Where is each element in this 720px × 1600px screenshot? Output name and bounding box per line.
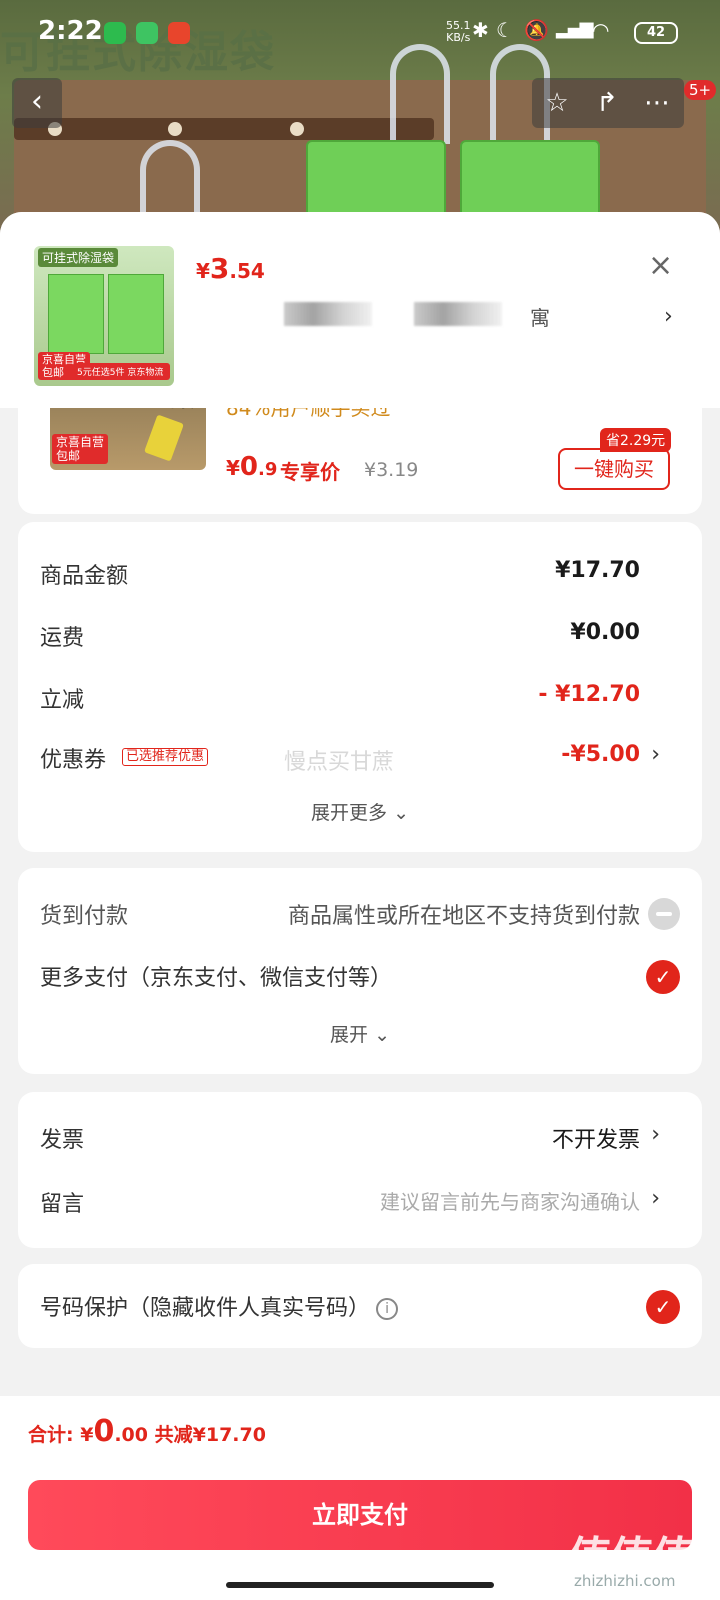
- address-partial: 寓: [530, 306, 550, 330]
- shipping-label: 运费: [40, 626, 85, 651]
- share-icon: ↱: [596, 88, 618, 118]
- status-time: 2:22: [38, 16, 103, 46]
- discount-row: 立减 - ¥12.70: [40, 682, 680, 718]
- privacy-label: 号码保护（隐藏收件人真实号码） i: [40, 1290, 399, 1322]
- recommendation-price: ¥0.9: [226, 452, 278, 482]
- thumb-bag: [108, 274, 164, 354]
- message-row[interactable]: 留言 建议留言前先与商家沟通确认 ›: [40, 1186, 680, 1222]
- more-payment-row[interactable]: 更多支付（京东支付、微信支付等） ✓: [40, 960, 680, 996]
- goods-amount-value: ¥17.70: [555, 558, 640, 583]
- address-redacted: [414, 302, 502, 326]
- chevron-down-icon: ⌄: [374, 1024, 390, 1046]
- check-icon[interactable]: ✓: [646, 1290, 680, 1324]
- battery-icon: 42: [634, 22, 678, 44]
- amounts-card: 商品金额 ¥17.70 运费 ¥0.00 立减 - ¥12.70 优惠券 已选推…: [18, 522, 702, 852]
- product-header: 可挂式除湿袋 京喜自营 包邮 5元任选5件 京东物流 ¥3.54 × 寓 ›: [0, 212, 720, 408]
- order-sheet: 可挂式除湿袋 京喜自营 包邮 5元任选5件 京东物流 ¥3.54 × 寓 › 4…: [0, 212, 720, 1600]
- order-total: 合计: ¥0.00 共减¥17.70: [28, 1414, 266, 1449]
- home-indicator[interactable]: [226, 1582, 494, 1588]
- close-button[interactable]: ×: [648, 248, 673, 283]
- notification-badge: 5+: [684, 80, 717, 100]
- thumb-title: 可挂式除湿袋: [38, 248, 119, 267]
- payment-card: 货到付款 商品属性或所在地区不支持货到付款 更多支付（京东支付、微信支付等） ✓…: [18, 868, 702, 1074]
- product-price: ¥3.54: [196, 252, 265, 285]
- network-speed: 55.1 KB/s: [446, 19, 471, 44]
- mute-icon: 🔕: [524, 18, 549, 42]
- chevron-right-icon: ›: [664, 304, 673, 329]
- bluetooth-icon: ✱: [472, 18, 489, 42]
- shipping-row: 运费 ¥0.00: [40, 620, 680, 656]
- watermark-url: zhizhizhi.com: [574, 1572, 676, 1590]
- favorite-button[interactable]: ☆: [532, 78, 582, 128]
- wifi-icon: ◠: [592, 18, 610, 42]
- invoice-value: 不开发票: [551, 1128, 640, 1153]
- chevron-left-icon: ‹: [31, 84, 43, 119]
- discount-label: 立减: [40, 688, 85, 713]
- banner-peg: [290, 122, 304, 136]
- nav-actions: ☆ ↱ ⋯: [532, 78, 684, 128]
- address-chevron[interactable]: ›: [664, 304, 673, 329]
- recommendation-price-tag: 专享价: [280, 460, 340, 484]
- goods-amount-row: 商品金额 ¥17.70: [40, 558, 680, 594]
- moon-icon: ☾: [496, 18, 514, 42]
- message-label: 留言: [40, 1192, 85, 1217]
- invoice-row[interactable]: 发票 不开发票 ›: [40, 1122, 680, 1158]
- discount-value: - ¥12.70: [538, 682, 640, 707]
- more-icon: ⋯: [644, 88, 670, 118]
- chevron-down-icon: ⌄: [393, 802, 409, 824]
- recommendation-image-sponge: [144, 414, 184, 462]
- coupon-watermark: 慢点买甘蔗: [284, 750, 395, 775]
- coupon-row[interactable]: 优惠券 已选推荐优惠 慢点买甘蔗 -¥5.00 ›: [40, 742, 680, 778]
- checkout-bar: 合计: ¥0.00 共减¥17.70 立即支付 值值值 zhizhizhi.co…: [0, 1396, 720, 1600]
- total-saved: 共减¥17.70: [154, 1424, 266, 1446]
- thumb-promo: 5元任选5件 京东物流: [74, 363, 170, 380]
- signal-icon: ▂▄▆: [556, 18, 594, 39]
- one-click-buy-button[interactable]: 一键购买: [558, 448, 670, 490]
- close-icon: ×: [648, 248, 674, 283]
- message-placeholder: 建议留言前先与商家沟通确认: [380, 1190, 640, 1214]
- cod-label: 货到付款: [40, 904, 129, 929]
- status-bar: 2:22 55.1 KB/s ✱ ☾ 🔕 ▂▄▆ ◠ 42: [0, 0, 720, 66]
- info-icon[interactable]: i: [376, 1298, 399, 1320]
- chevron-right-icon: ›: [651, 742, 660, 767]
- product-thumbnail[interactable]: 可挂式除湿袋 京喜自营 包邮 5元任选5件 京东物流: [34, 246, 174, 386]
- cod-row: 货到付款 商品属性或所在地区不支持货到付款: [40, 898, 680, 934]
- address-redacted: [284, 302, 372, 326]
- banner-rail: [14, 118, 434, 140]
- check-icon[interactable]: ✓: [646, 960, 680, 994]
- payment-expand-button[interactable]: 展开 ⌄: [18, 1020, 702, 1047]
- invoice-label: 发票: [40, 1128, 85, 1153]
- privacy-row: 号码保护（隐藏收件人真实号码） i ✓: [40, 1290, 680, 1326]
- coupon-label: 优惠券: [40, 748, 107, 773]
- message-icon: [136, 22, 158, 44]
- star-icon: ☆: [545, 88, 569, 118]
- recommendation-original-price: ¥3.19: [364, 459, 419, 481]
- thumb-bag: [48, 274, 104, 354]
- shipping-value: ¥0.00: [570, 620, 640, 645]
- privacy-card: 号码保护（隐藏收件人真实号码） i ✓: [18, 1264, 702, 1348]
- back-button[interactable]: ‹: [12, 78, 62, 128]
- expand-more-button[interactable]: 展开更多 ⌄: [18, 798, 702, 825]
- more-payment-label: 更多支付（京东支付、微信支付等）: [40, 966, 393, 991]
- goods-amount-label: 商品金额: [40, 564, 129, 589]
- save-badge: 省2.29元: [600, 428, 672, 452]
- wechat-icon: [104, 22, 126, 44]
- chevron-right-icon: ›: [651, 1186, 660, 1211]
- disabled-radio-icon: [648, 898, 680, 930]
- recommendation-badge: 京喜自营 包邮: [52, 434, 109, 464]
- banner-peg: [168, 122, 182, 136]
- more-button[interactable]: ⋯: [632, 78, 682, 128]
- cod-note: 商品属性或所在地区不支持货到付款: [287, 904, 640, 929]
- chevron-right-icon: ›: [651, 1122, 660, 1147]
- coupon-value: -¥5.00: [561, 742, 640, 767]
- coupon-tag: 已选推荐优惠: [122, 748, 209, 766]
- extras-card: 发票 不开发票 › 留言 建议留言前先与商家沟通确认 ›: [18, 1092, 702, 1248]
- share-button[interactable]: ↱: [582, 78, 632, 128]
- app-notification-icon: [168, 22, 190, 44]
